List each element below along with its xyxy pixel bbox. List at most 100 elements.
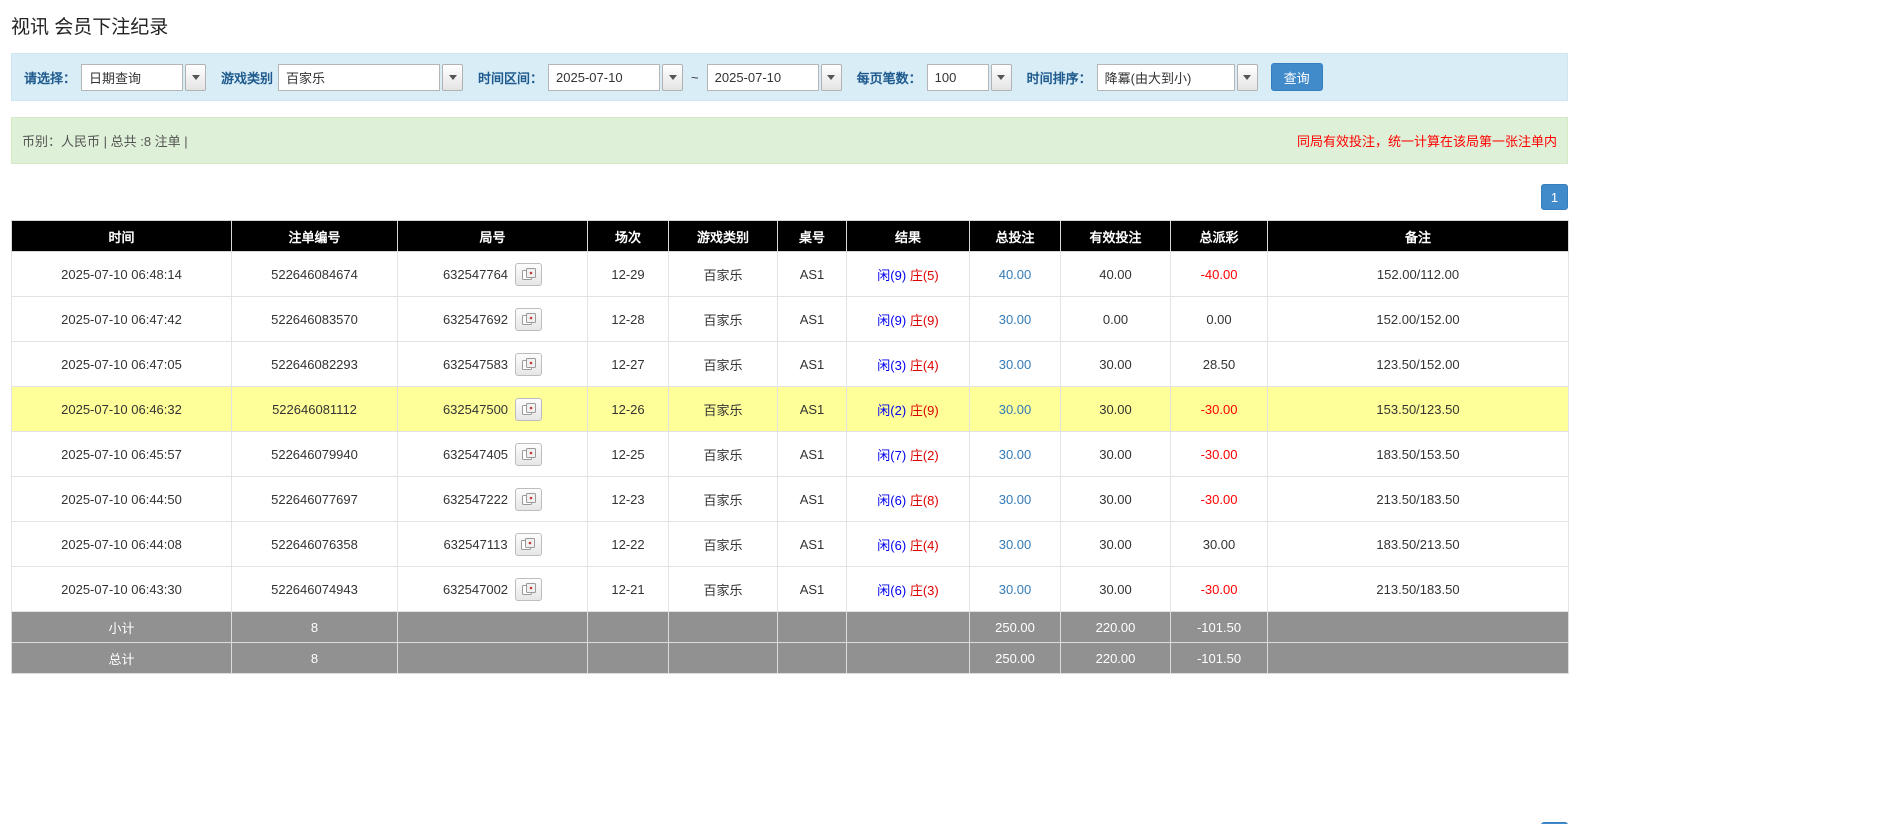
view-result-icon (522, 403, 536, 415)
cell-time: 2025-07-10 06:44:50 (12, 477, 232, 522)
view-round-result-button[interactable] (515, 398, 542, 421)
view-round-result-button[interactable] (515, 578, 542, 601)
table-row[interactable]: 2025-07-10 06:48:14522646084674632547764… (12, 252, 1569, 297)
cell-payout: -30.00 (1171, 387, 1268, 432)
table-row[interactable]: 2025-07-10 06:44:50522646077697632547222… (12, 477, 1569, 522)
total-bet-link[interactable]: 30.00 (999, 312, 1032, 327)
result-banker: 庄(9) (910, 313, 939, 328)
search-button[interactable]: 查询 (1271, 63, 1323, 91)
total-bet-link[interactable]: 30.00 (999, 402, 1032, 417)
header-time: 时间 (12, 221, 232, 252)
currency-total-text: 币别：人民币 | 总共 :8 注单 | (22, 131, 188, 150)
page-size-input[interactable] (927, 64, 989, 91)
table-row[interactable]: 2025-07-10 06:43:30522646074943632547002… (12, 567, 1569, 612)
result-banker: 庄(8) (910, 493, 939, 508)
date-to-input[interactable] (707, 64, 819, 91)
round-number: 632547113 (443, 537, 507, 552)
total-bet-link[interactable]: 40.00 (999, 267, 1032, 282)
round-number: 632547405 (443, 447, 508, 462)
total-bet-link[interactable]: 30.00 (999, 447, 1032, 462)
result-banker: 庄(9) (910, 403, 939, 418)
sort-input[interactable] (1097, 64, 1235, 91)
view-round-result-button[interactable] (515, 488, 542, 511)
page-1-button[interactable]: 1 (1541, 184, 1568, 210)
game-type-input[interactable] (278, 64, 440, 91)
content-area: 视讯 会员下注纪录 请选择： 游戏类别 时间区间： ~ 每页笔数： 时间排序： (11, 12, 1568, 824)
cell-remark: 213.50/183.50 (1268, 567, 1569, 612)
filter-bar: 请选择： 游戏类别 时间区间： ~ 每页笔数： 时间排序： (11, 53, 1568, 101)
view-round-result-button[interactable] (515, 308, 542, 331)
cell-valid-bet: 30.00 (1061, 342, 1171, 387)
cell-remark: 152.00/152.00 (1268, 297, 1569, 342)
total-bet-link[interactable]: 30.00 (999, 357, 1032, 372)
cell-game-type: 百家乐 (669, 567, 778, 612)
page-size-dropdown-button[interactable] (991, 64, 1012, 91)
cell-session: 12-23 (588, 477, 669, 522)
total-bet-link[interactable]: 30.00 (999, 537, 1032, 552)
result-player: 闲(6) (877, 583, 906, 598)
empty-cell (778, 643, 847, 674)
view-round-result-button[interactable] (515, 443, 542, 466)
table-header: 时间 注单编号 局号 场次 游戏类别 桌号 结果 总投注 有效投注 总派彩 备注 (12, 221, 1569, 252)
cell-round-id: 632547692 (398, 297, 588, 342)
cell-total-bet: 30.00 (970, 567, 1061, 612)
cell-time: 2025-07-10 06:45:57 (12, 432, 232, 477)
query-type-input[interactable] (81, 64, 183, 91)
subtotal-valid-bet: 220.00 (1061, 612, 1171, 643)
sort-dropdown-button[interactable] (1237, 64, 1258, 91)
table-row[interactable]: 2025-07-10 06:47:05522646082293632547583… (12, 342, 1569, 387)
cell-payout: 30.00 (1171, 522, 1268, 567)
empty-cell (669, 612, 778, 643)
cell-game-type: 百家乐 (669, 477, 778, 522)
payout-value: -30.00 (1201, 492, 1238, 507)
payout-value: 28.50 (1203, 357, 1236, 372)
game-type-dropdown-button[interactable] (442, 64, 463, 91)
table-row[interactable]: 2025-07-10 06:46:32522646081112632547500… (12, 387, 1569, 432)
date-to-dropdown-button[interactable] (821, 64, 842, 91)
cell-session: 12-26 (588, 387, 669, 432)
total-bet-link[interactable]: 30.00 (999, 582, 1032, 597)
cell-payout: -40.00 (1171, 252, 1268, 297)
page-size-combo (927, 64, 1012, 91)
cell-total-bet: 30.00 (970, 432, 1061, 477)
header-bet-id: 注单编号 (232, 221, 398, 252)
cell-valid-bet: 30.00 (1061, 567, 1171, 612)
cell-total-bet: 30.00 (970, 477, 1061, 522)
view-round-result-button[interactable] (515, 353, 542, 376)
subtotal-payout: -101.50 (1171, 612, 1268, 643)
cell-bet-id: 522646076358 (232, 522, 398, 567)
table-body: 2025-07-10 06:48:14522646084674632547764… (12, 252, 1569, 612)
subtotal-label: 小计 (12, 612, 232, 643)
view-result-icon (522, 493, 536, 505)
chevron-down-icon (192, 75, 200, 80)
cell-session: 12-29 (588, 252, 669, 297)
cell-result: 闲(6) 庄(4) (847, 522, 970, 567)
view-round-result-button[interactable] (515, 263, 542, 286)
view-result-icon (522, 448, 536, 460)
cell-time: 2025-07-10 06:43:30 (12, 567, 232, 612)
table-row[interactable]: 2025-07-10 06:45:57522646079940632547405… (12, 432, 1569, 477)
view-round-result-button[interactable] (515, 533, 542, 556)
cell-table: AS1 (778, 297, 847, 342)
table-row[interactable]: 2025-07-10 06:47:42522646083570632547692… (12, 297, 1569, 342)
total-bet-link[interactable]: 30.00 (999, 492, 1032, 507)
subtotal-total-bet: 250.00 (970, 612, 1061, 643)
cell-session: 12-25 (588, 432, 669, 477)
cell-table: AS1 (778, 432, 847, 477)
cell-payout: -30.00 (1171, 567, 1268, 612)
cell-result: 闲(9) 庄(5) (847, 252, 970, 297)
view-result-icon (522, 313, 536, 325)
payout-value: -40.00 (1201, 267, 1238, 282)
cell-round-id: 632547222 (398, 477, 588, 522)
chevron-down-icon (997, 75, 1005, 80)
date-from-dropdown-button[interactable] (662, 64, 683, 91)
query-type-dropdown-button[interactable] (185, 64, 206, 91)
table-row[interactable]: 2025-07-10 06:44:08522646076358632547113… (12, 522, 1569, 567)
total-payout: -101.50 (1171, 643, 1268, 674)
result-player: 闲(7) (877, 448, 906, 463)
time-range-label: 时间区间： (478, 68, 543, 87)
cell-total-bet: 30.00 (970, 387, 1061, 432)
date-from-input[interactable] (548, 64, 660, 91)
cell-valid-bet: 30.00 (1061, 477, 1171, 522)
range-separator: ~ (691, 70, 699, 85)
